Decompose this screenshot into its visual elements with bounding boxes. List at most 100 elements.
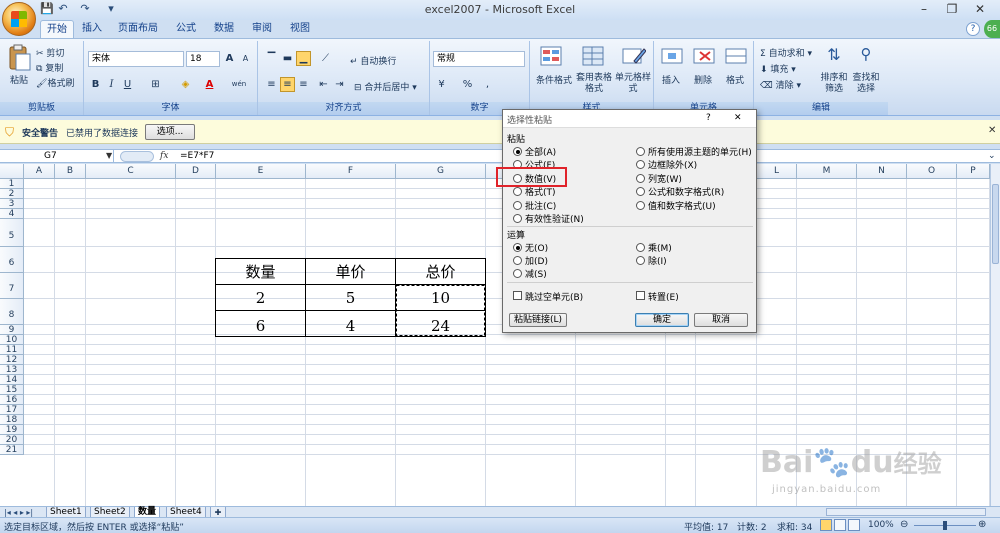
namebox-dropdown-icon[interactable]: ▼ [106,151,112,160]
paste-option-radio[interactable] [513,214,522,223]
tab-formulas[interactable]: 公式 [170,20,202,38]
tab-page-layout[interactable]: 页面布局 [112,20,164,38]
border-icon[interactable]: ⊞ [148,77,163,92]
cut-button[interactable]: ✂ 剪切 [36,46,64,59]
zoom-in-icon[interactable]: ⊕ [978,519,986,530]
bold-button[interactable]: B [88,77,103,92]
formula-input[interactable]: =E7*F7 [180,150,214,163]
normal-view-icon[interactable] [820,519,832,531]
insert-cells-button[interactable]: 插入 [662,73,680,86]
clear-button[interactable]: ⌫ 清除 ▾ [760,78,801,91]
tab-data[interactable]: 数据 [208,20,240,38]
dialog-help-button[interactable]: ? [706,113,711,123]
underline-button[interactable]: U [120,77,135,92]
security-options-button[interactable]: 选项... [145,124,195,140]
paste-option-radio[interactable] [636,200,645,210]
vertical-scrollbar[interactable] [990,164,1000,506]
currency-icon[interactable]: ¥ [434,77,449,92]
copy-button[interactable]: ⧉ 复制 [36,61,63,74]
format-table-button[interactable]: 套用表格格式 [574,73,614,95]
format-table-icon[interactable] [580,45,606,69]
insert-cells-icon[interactable] [660,45,686,69]
scroll-thumb[interactable] [992,184,999,264]
format-painter-button[interactable]: 🖌格式刷 [36,76,74,89]
tab-view[interactable]: 视图 [284,20,316,38]
paste-option-radio[interactable] [636,160,645,170]
grow-font-button[interactable]: A [222,51,237,66]
increase-indent-icon[interactable]: ⇥ [332,77,347,92]
zoom-out-icon[interactable]: ⊖ [900,519,908,530]
cancel-button[interactable]: 取消 [694,313,748,327]
orientation-icon[interactable]: ⟋ [318,51,333,66]
transpose-checkbox[interactable] [636,291,645,300]
wrap-text-button[interactable]: ↵ 自动换行 [350,54,396,67]
find-select-button[interactable]: 查找和选择 [850,73,882,95]
align-center-icon[interactable]: ≡ [280,77,295,92]
format-cells-button[interactable]: 格式 [726,73,744,86]
font-name-select[interactable]: 宋体 [88,51,184,67]
conditional-format-button[interactable]: 条件格式 [534,73,574,86]
name-box[interactable]: G7 [2,150,114,163]
help-icon[interactable]: ? [966,22,980,36]
font-color-icon[interactable]: A [202,77,217,92]
sort-filter-icon[interactable]: ⇅ [822,45,846,67]
dialog-close-button[interactable]: ✕ [734,113,742,123]
align-left-icon[interactable]: ≡ [264,77,279,92]
tab-insert[interactable]: 插入 [78,20,106,38]
expand-formula-icon[interactable]: ⌄ [988,150,996,163]
number-format-select[interactable]: 常规 [433,51,525,67]
percent-button[interactable]: % [460,77,475,92]
operation-option-radio[interactable] [513,243,522,252]
phonetic-icon[interactable]: wén [228,77,250,92]
zoom-level[interactable]: 100% [868,520,894,530]
align-top-icon[interactable]: ▔ [264,51,279,66]
format-cells-icon[interactable] [724,45,750,69]
redo-icon[interactable]: ↷ [78,2,92,16]
office-button[interactable] [2,2,36,36]
cell-styles-button[interactable]: 单元格样式 [614,73,652,95]
paste-option-radio[interactable] [636,147,645,156]
italic-button[interactable]: I [104,77,119,92]
paste-option-radio[interactable] [636,187,645,197]
restore-button[interactable]: ❐ [938,0,966,18]
horizontal-scrollbar[interactable] [826,508,986,516]
minimize-button[interactable]: – [910,0,938,18]
cell-styles-icon[interactable] [620,45,647,69]
paste-button[interactable]: 粘贴 [10,73,28,86]
find-icon[interactable]: ⚲ [854,45,878,67]
merge-center-button[interactable]: ⊟ 合并后居中 ▾ [354,80,417,93]
formula-expand-icon[interactable] [120,151,154,162]
operation-option-radio[interactable] [513,269,522,278]
page-break-view-icon[interactable] [848,519,860,531]
close-warning-icon[interactable]: ✕ [988,125,996,136]
operation-option-radio[interactable] [513,256,522,265]
paste-link-button[interactable]: 粘贴链接(L) [509,313,567,327]
tab-home[interactable]: 开始 [40,20,74,38]
sort-filter-button[interactable]: 排序和筛选 [818,73,850,95]
align-middle-icon[interactable]: ▬ [280,51,295,66]
tab-review[interactable]: 审阅 [246,20,278,38]
page-layout-view-icon[interactable] [834,519,846,531]
paste-icon[interactable] [6,44,32,72]
comma-button[interactable]: , [480,77,495,92]
align-bottom-icon[interactable]: ▁ [296,51,311,66]
ok-button[interactable]: 确定 [635,313,689,327]
operation-option-radio[interactable] [636,243,645,252]
save-icon[interactable]: 💾 [40,2,54,16]
autosum-button[interactable]: Σ 自动求和 ▾ [760,46,812,59]
decrease-indent-icon[interactable]: ⇤ [316,77,331,92]
paste-option-radio[interactable] [513,200,522,210]
align-right-icon[interactable]: ≡ [296,77,311,92]
fill-button[interactable]: ⬇ 填充 ▾ [760,62,796,75]
zoom-slider-thumb[interactable] [943,521,947,530]
paste-option-radio[interactable] [513,187,522,197]
paste-option-radio[interactable] [636,173,645,183]
conditional-format-icon[interactable] [538,45,564,69]
skip-blanks-checkbox[interactable] [513,291,522,300]
delete-cells-button[interactable]: 删除 [694,73,712,86]
insert-function-icon[interactable]: fx [160,150,168,163]
shrink-font-button[interactable]: A [238,51,253,66]
undo-icon[interactable]: ↶ [56,2,70,16]
fill-color-icon[interactable]: ◈ [178,77,193,92]
qat-customize-icon[interactable]: ▾ [104,2,118,16]
